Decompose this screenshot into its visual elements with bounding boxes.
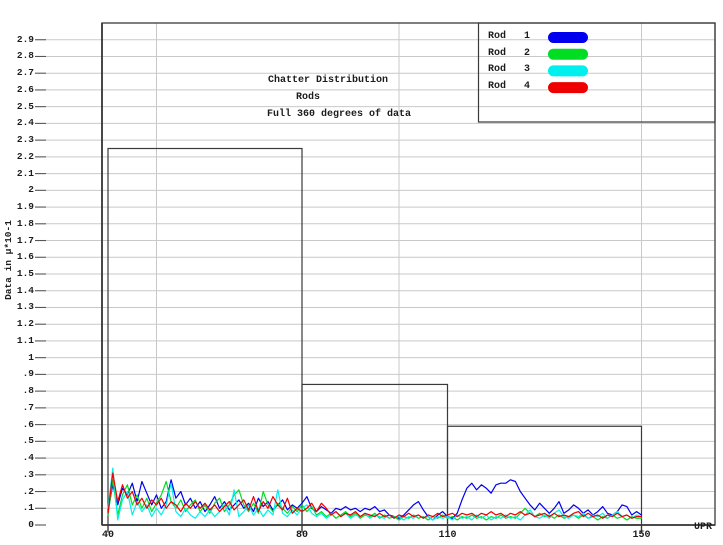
legend-label-rod-3: Rod 3 <box>488 65 530 75</box>
y-tick-label: 2.9 <box>0 35 34 45</box>
distribution-step-box <box>108 149 302 525</box>
y-tick-label: 1.9 <box>0 202 34 212</box>
chart-title: Chatter Distribution <box>268 76 388 86</box>
legend-label-rod-1: Rod 1 <box>488 32 530 42</box>
y-tick-label: 2.4 <box>0 118 34 128</box>
y-tick-label: .7 <box>0 403 34 413</box>
y-tick-label: 2.1 <box>0 169 34 179</box>
x-tick-label: 80 <box>296 530 308 541</box>
x-tick-label: 110 <box>438 530 456 541</box>
legend-swatch-rod-3 <box>548 65 588 76</box>
y-tick-label: .9 <box>0 369 34 379</box>
y-tick-label: 2.7 <box>0 68 34 78</box>
x-tick-label: 40 <box>102 530 114 541</box>
y-tick-label: 2.2 <box>0 152 34 162</box>
legend-swatch-rod-1 <box>548 32 588 43</box>
y-tick-label: .1 <box>0 503 34 513</box>
legend-swatch-rod-2 <box>548 49 588 60</box>
y-tick-label: .6 <box>0 420 34 430</box>
y-tick-label: 1 <box>0 353 34 363</box>
x-axis-unit-label: UPR <box>694 523 712 533</box>
legend-label-rod-4: Rod 4 <box>488 82 530 92</box>
y-tick-label: 2.3 <box>0 135 34 145</box>
y-tick-label: 2 <box>0 185 34 195</box>
chart-subtitle-2: Full 360 degrees of data <box>267 110 411 120</box>
distribution-step-box <box>302 384 448 525</box>
x-tick-label: 150 <box>632 530 650 541</box>
y-tick-label: .2 <box>0 487 34 497</box>
chatter-distribution-chart: 0.1.2.3.4.5.6.7.8.911.11.21.31.41.51.61.… <box>0 0 723 545</box>
y-tick-label: 2.8 <box>0 51 34 61</box>
y-tick-label: .4 <box>0 453 34 463</box>
y-tick-label: .5 <box>0 436 34 446</box>
legend-swatch-rod-4 <box>548 82 588 93</box>
y-tick-label: 2.6 <box>0 85 34 95</box>
y-axis-title: Data in µ*10-1 <box>4 215 16 305</box>
y-tick-label: 0 <box>0 520 34 530</box>
y-tick-label: 2.5 <box>0 102 34 112</box>
series-line-rod-3 <box>108 468 642 520</box>
y-tick-label: .3 <box>0 470 34 480</box>
legend-label-rod-2: Rod 2 <box>488 49 530 59</box>
y-tick-label: 1.1 <box>0 336 34 346</box>
y-tick-label: 1.2 <box>0 319 34 329</box>
y-tick-label: .8 <box>0 386 34 396</box>
chart-subtitle-1: Rods <box>296 93 320 103</box>
